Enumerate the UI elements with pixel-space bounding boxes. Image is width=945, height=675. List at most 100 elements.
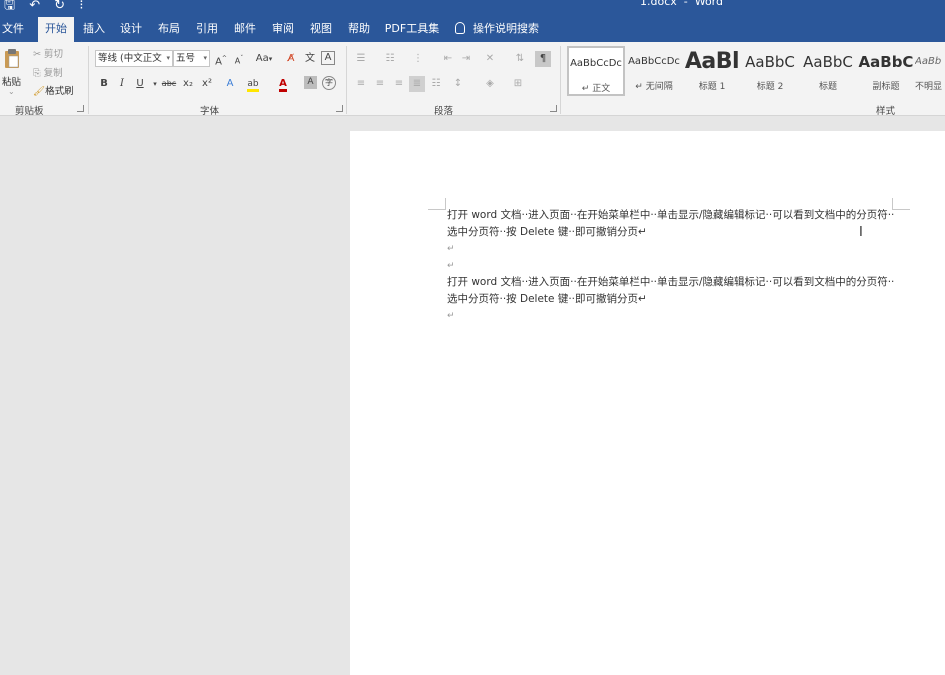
- phonetic-guide-button[interactable]: 文: [302, 51, 318, 67]
- copy-icon: ⎘: [33, 68, 44, 79]
- style-title[interactable]: AaBbC 标题: [799, 46, 857, 96]
- tab-pdf-tools[interactable]: PDF工具集: [384, 17, 440, 42]
- align-center-button[interactable]: ≡: [372, 76, 388, 92]
- borders-button[interactable]: ⊞: [510, 76, 526, 92]
- style-heading-2[interactable]: AaBbC 标题 2: [741, 46, 799, 96]
- tab-file[interactable]: 文件: [0, 17, 26, 42]
- font-name-value: 等线 (中文正文: [98, 53, 162, 64]
- tab-mailings[interactable]: 邮件: [231, 17, 259, 42]
- align-left-icon: ≡: [356, 78, 366, 89]
- style-normal[interactable]: AaBbCcDc ↵ 正文: [567, 46, 625, 96]
- character-shading-icon: A: [307, 77, 314, 87]
- numbering-button[interactable]: ☷: [382, 51, 398, 67]
- paste-dropdown-icon[interactable]: ⌄: [8, 87, 15, 96]
- redo-icon[interactable]: ↻: [54, 0, 65, 12]
- paste-label[interactable]: 粘贴: [2, 74, 21, 88]
- styles-group-label: 样式: [876, 106, 896, 117]
- shrink-font-button[interactable]: Aˇ: [231, 51, 247, 67]
- style-name: ↵ 无间隔: [635, 82, 673, 92]
- align-right-button[interactable]: ≡: [391, 76, 407, 92]
- style-preview: AaBbC: [745, 53, 795, 71]
- undo-icon[interactable]: ↶: [29, 0, 40, 12]
- cut-button[interactable]: ✂ 剪切: [33, 46, 63, 60]
- bullets-button[interactable]: ☰: [353, 51, 369, 67]
- character-border-button[interactable]: A: [321, 51, 335, 65]
- increase-indent-icon: ⇥: [461, 53, 471, 64]
- enclose-characters-button[interactable]: 字: [322, 76, 336, 90]
- style-preview: AaBb: [915, 56, 942, 67]
- style-no-spacing[interactable]: AaBbCcDc ↵ 无间隔: [625, 46, 683, 96]
- style-heading-1[interactable]: AaBl 标题 1: [683, 46, 741, 96]
- subscript-button[interactable]: x₂: [180, 76, 196, 92]
- tab-help[interactable]: 帮助: [345, 17, 373, 42]
- paste-button[interactable]: [4, 48, 20, 70]
- clear-formatting-button[interactable]: A̸: [283, 51, 299, 67]
- font-launcher-icon[interactable]: [336, 105, 343, 112]
- paintbrush-icon: 🖌: [33, 86, 46, 97]
- change-case-button[interactable]: Aa▾: [252, 51, 276, 67]
- style-name: 副标题: [872, 82, 900, 92]
- font-size-select[interactable]: 五号 ▾: [173, 50, 210, 67]
- increase-indent-button[interactable]: ⇥: [458, 51, 474, 67]
- clear-formatting-icon: A̸: [287, 53, 295, 64]
- show-hide-marks-button[interactable]: ¶: [535, 51, 551, 67]
- character-border-icon: A: [324, 52, 332, 63]
- italic-button[interactable]: I: [114, 76, 130, 92]
- scissors-icon: ✂: [33, 49, 44, 60]
- format-painter-button[interactable]: 🖌格式刷: [33, 83, 74, 97]
- paragraph-group-label: 段落: [434, 106, 454, 117]
- tell-me-search[interactable]: 操作说明搜索: [455, 17, 545, 42]
- tab-review[interactable]: 审阅: [269, 17, 297, 42]
- sort-button[interactable]: ⇅: [512, 51, 528, 67]
- decrease-indent-button[interactable]: ⇤: [440, 51, 456, 67]
- highlight-button[interactable]: ab: [245, 76, 261, 92]
- multilevel-list-button[interactable]: ⋮: [410, 51, 426, 67]
- document-canvas[interactable]: 打开 word 文档··进入页面··在开始菜单栏中··单击显示/隐藏编辑标记··…: [0, 116, 945, 675]
- document-page[interactable]: 打开 word 文档··进入页面··在开始菜单栏中··单击显示/隐藏编辑标记··…: [350, 131, 945, 675]
- paragraph-mark[interactable]: ↵: [447, 258, 897, 275]
- shading-button[interactable]: ◈: [482, 76, 498, 92]
- paragraph-mark[interactable]: ↵: [447, 308, 897, 325]
- text-effects-button[interactable]: A: [222, 76, 238, 92]
- style-subtitle[interactable]: AaBbC 副标题: [857, 46, 915, 96]
- align-center-icon: ≡: [375, 78, 385, 89]
- character-shading-button[interactable]: A: [304, 76, 317, 89]
- strikethrough-button[interactable]: abc: [160, 76, 178, 92]
- align-left-button[interactable]: ≡: [353, 76, 369, 92]
- superscript-button[interactable]: x²: [199, 76, 215, 92]
- bold-button[interactable]: B: [96, 76, 112, 92]
- paragraph-mark[interactable]: ↵: [447, 241, 897, 258]
- font-color-button[interactable]: A: [275, 76, 291, 92]
- line-spacing-button[interactable]: ↕: [450, 76, 466, 92]
- tab-design[interactable]: 设计: [117, 17, 145, 42]
- paragraph[interactable]: 打开 word 文档··进入页面··在开始菜单栏中··单击显示/隐藏编辑标记··…: [447, 207, 897, 241]
- tab-insert[interactable]: 插入: [80, 17, 108, 42]
- tab-layout[interactable]: 布局: [155, 17, 183, 42]
- window-title: 1.docx - Word: [640, 0, 723, 8]
- pilcrow-icon: ¶: [539, 53, 547, 64]
- tab-references[interactable]: 引用: [193, 17, 221, 42]
- font-color-icon: A: [279, 78, 287, 92]
- tab-home[interactable]: 开始: [38, 17, 74, 42]
- clipboard-launcher-icon[interactable]: [77, 105, 84, 112]
- copy-button[interactable]: ⎘ 复制: [33, 65, 63, 79]
- save-icon[interactable]: 🖫: [4, 0, 15, 12]
- paint-bucket-icon: ◈: [486, 78, 494, 89]
- chinese-layout-button[interactable]: ✕: [482, 51, 498, 67]
- distributed-button[interactable]: ☷: [428, 76, 444, 92]
- style-subtle-emphasis[interactable]: AaBb 不明显: [915, 46, 945, 96]
- distributed-icon: ☷: [431, 78, 441, 89]
- paragraph[interactable]: 打开 word 文档··进入页面··在开始菜单栏中··单击显示/隐藏编辑标记··…: [447, 274, 897, 308]
- paragraph-launcher-icon[interactable]: [550, 105, 557, 112]
- enclose-characters-icon: 字: [325, 78, 333, 87]
- chinese-layout-icon: ✕: [485, 53, 495, 64]
- grow-font-button[interactable]: A^: [213, 51, 229, 67]
- underline-button[interactable]: U: [132, 76, 148, 92]
- change-case-icon: Aa: [255, 53, 269, 64]
- decrease-indent-icon: ⇤: [443, 53, 453, 64]
- more-icon[interactable]: ⁝: [79, 0, 83, 12]
- font-name-select[interactable]: 等线 (中文正文 ▾: [95, 50, 173, 67]
- tab-view[interactable]: 视图: [307, 17, 335, 42]
- justify-button[interactable]: ≣: [409, 76, 425, 92]
- numbered-list-icon: ☷: [385, 53, 395, 64]
